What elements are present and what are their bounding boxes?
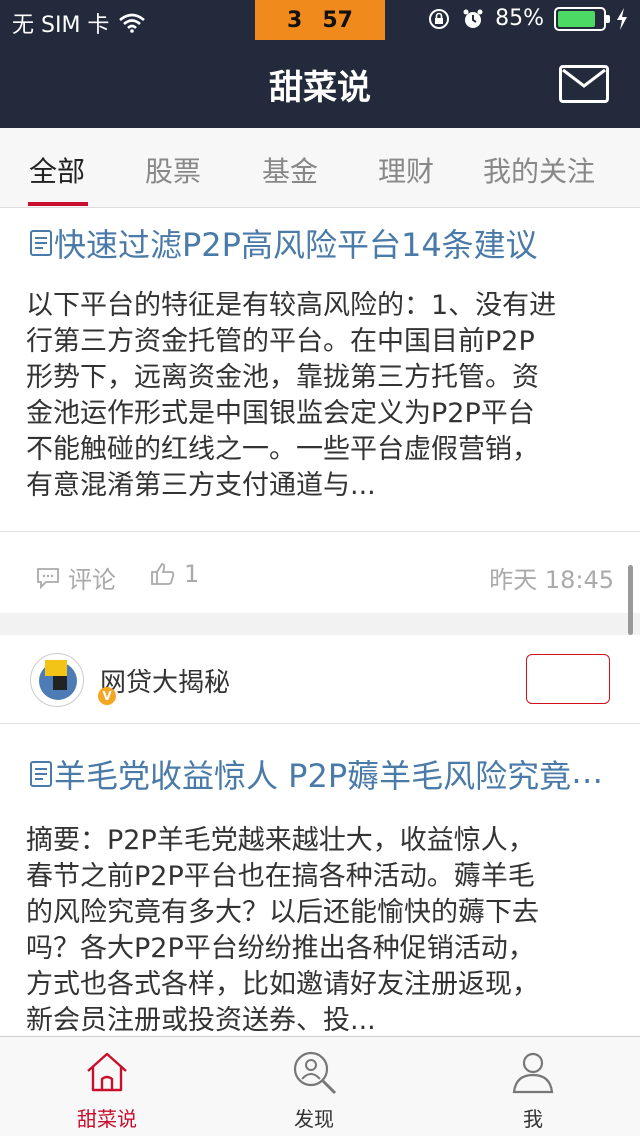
excerpt-line: 吗？各大P2P平台纷纷推出各种促销活动， bbox=[26, 933, 535, 964]
nav-bar: 甜菜说 bbox=[0, 40, 640, 128]
excerpt-line: 方式也各式各样，比如邀请好友注册返现， bbox=[26, 969, 539, 1000]
post-time: 昨天 18:45 bbox=[489, 566, 614, 594]
discover-search-icon bbox=[293, 1051, 337, 1095]
tabbar-label: 甜菜说 bbox=[77, 1107, 137, 1131]
excerpt-line: 的风险究竟有多大？以后还能愉快的薅下去 bbox=[26, 897, 539, 928]
house-icon bbox=[87, 1052, 127, 1092]
excerpt-line: 以下平台的特征是有较高风险的：1、没有进 bbox=[26, 290, 557, 321]
tab-wealth[interactable]: 理财 bbox=[378, 150, 434, 190]
post-actions: 评论 1 昨天 18:45 bbox=[0, 532, 640, 614]
rotation-lock-icon bbox=[429, 8, 450, 29]
page-title: 甜菜说 bbox=[269, 68, 371, 108]
follow-button[interactable] bbox=[526, 654, 610, 704]
divider bbox=[0, 723, 640, 724]
excerpt-line: 摘要：P2P羊毛党越来越壮大，收益惊人， bbox=[26, 825, 535, 856]
status-left: 无 SIM 卡 bbox=[12, 7, 146, 39]
carrier-label: 无 SIM 卡 bbox=[12, 13, 110, 38]
author-row[interactable]: V 网贷大揭秘 bbox=[30, 653, 230, 707]
mail-icon bbox=[562, 68, 606, 88]
bottom-tab-bar: 甜菜说 发现 我 bbox=[0, 1036, 640, 1136]
battery-percent: 85% bbox=[495, 6, 544, 31]
post-excerpt[interactable]: 摘要：P2P羊毛党越来越壮大，收益惊人， 春节之前P2P平台也在搞各种活动。薅羊… bbox=[26, 823, 618, 1036]
tab-stocks[interactable]: 股票 bbox=[145, 150, 201, 190]
author-name[interactable]: 网贷大揭秘 bbox=[100, 662, 230, 699]
battery-icon bbox=[554, 6, 610, 31]
active-tab-indicator bbox=[28, 202, 88, 206]
timer-minutes: 3 bbox=[287, 7, 303, 33]
like-count: 1 bbox=[184, 560, 200, 588]
tab-all[interactable]: 全部 bbox=[29, 150, 85, 190]
tabbar-label: 发现 bbox=[294, 1107, 334, 1131]
tabbar-item-home[interactable]: 甜菜说 bbox=[47, 1037, 167, 1136]
timer-seconds: 57 bbox=[322, 7, 353, 33]
wifi-icon bbox=[119, 13, 146, 33]
comment-label: 评论 bbox=[68, 566, 116, 594]
feed[interactable]: 快速过滤P2P高风险平台14条建议 以下平台的特征是有较高风险的：1、没有进 行… bbox=[0, 208, 640, 1036]
post-title[interactable]: 羊毛党收益惊人 P2P薅羊毛风险究竟有多大 bbox=[28, 751, 618, 797]
article-doc-icon bbox=[30, 761, 52, 787]
call-timer[interactable]: 3 57 bbox=[255, 0, 385, 40]
post-title[interactable]: 快速过滤P2P高风险平台14条建议 bbox=[28, 220, 618, 266]
alarm-icon bbox=[463, 9, 483, 28]
post-excerpt[interactable]: 以下平台的特征是有较高风险的：1、没有进 行第三方资金托管的平台。在中国目前P2… bbox=[26, 288, 618, 504]
scrollbar-thumb[interactable] bbox=[628, 565, 633, 635]
excerpt-line: 不能触碰的红线之一。一些平台虚假营销， bbox=[26, 434, 539, 465]
tab-following[interactable]: 我的关注 bbox=[483, 150, 595, 190]
excerpt-line: 有意混淆第三方支付通道与... bbox=[26, 470, 376, 501]
comment-button[interactable]: 评论 bbox=[36, 560, 116, 595]
avatar-shape bbox=[53, 676, 67, 690]
post-card[interactable]: 快速过滤P2P高风险平台14条建议 以下平台的特征是有较高风险的：1、没有进 行… bbox=[0, 208, 640, 613]
like-button[interactable]: 1 bbox=[150, 560, 199, 588]
excerpt-line: 形势下，远离资金池，靠拢第三方托管。资 bbox=[26, 362, 539, 393]
thumbs-up-icon bbox=[151, 563, 175, 585]
excerpt-line: 金池运作形式是中国银监会定义为P2P平台 bbox=[26, 398, 535, 429]
article-doc-icon bbox=[30, 230, 52, 256]
excerpt-line: 行第三方资金托管的平台。在中国目前P2P bbox=[26, 326, 535, 357]
status-right: 85% bbox=[427, 6, 628, 31]
battery-nub bbox=[606, 14, 610, 23]
post-title-text: 快速过滤P2P高风险平台14条建议 bbox=[54, 226, 538, 264]
post-title-text: 羊毛党收益惊人 P2P薅羊毛风险究竟有多大 bbox=[54, 757, 618, 795]
charging-bolt-icon bbox=[617, 7, 627, 30]
status-bar: 无 SIM 卡 3 57 85% bbox=[0, 0, 640, 40]
mail-button[interactable] bbox=[559, 65, 609, 103]
battery-fill bbox=[558, 10, 596, 27]
tabbar-label: 我 bbox=[523, 1107, 543, 1131]
person-icon bbox=[512, 1052, 554, 1094]
tab-funds[interactable]: 基金 bbox=[262, 150, 318, 190]
comment-icon bbox=[37, 567, 59, 589]
tabbar-item-me[interactable]: 我 bbox=[473, 1037, 593, 1136]
tabbar-item-discover[interactable]: 发现 bbox=[254, 1037, 374, 1136]
excerpt-line: 春节之前P2P平台也在搞各种活动。薅羊毛 bbox=[26, 861, 535, 892]
verified-badge: V bbox=[98, 687, 116, 705]
avatar-shape bbox=[45, 660, 67, 676]
excerpt-line: 新会员注册或投资送券、投... bbox=[26, 1005, 376, 1036]
post-card[interactable]: V 网贷大揭秘 羊毛党收益惊人 P2P薅羊毛风险究竟有多大 摘要：P2P羊毛党越… bbox=[0, 635, 640, 1036]
category-tabs: 全部 股票 基金 理财 我的关注 bbox=[0, 128, 640, 208]
avatar[interactable] bbox=[30, 653, 84, 707]
